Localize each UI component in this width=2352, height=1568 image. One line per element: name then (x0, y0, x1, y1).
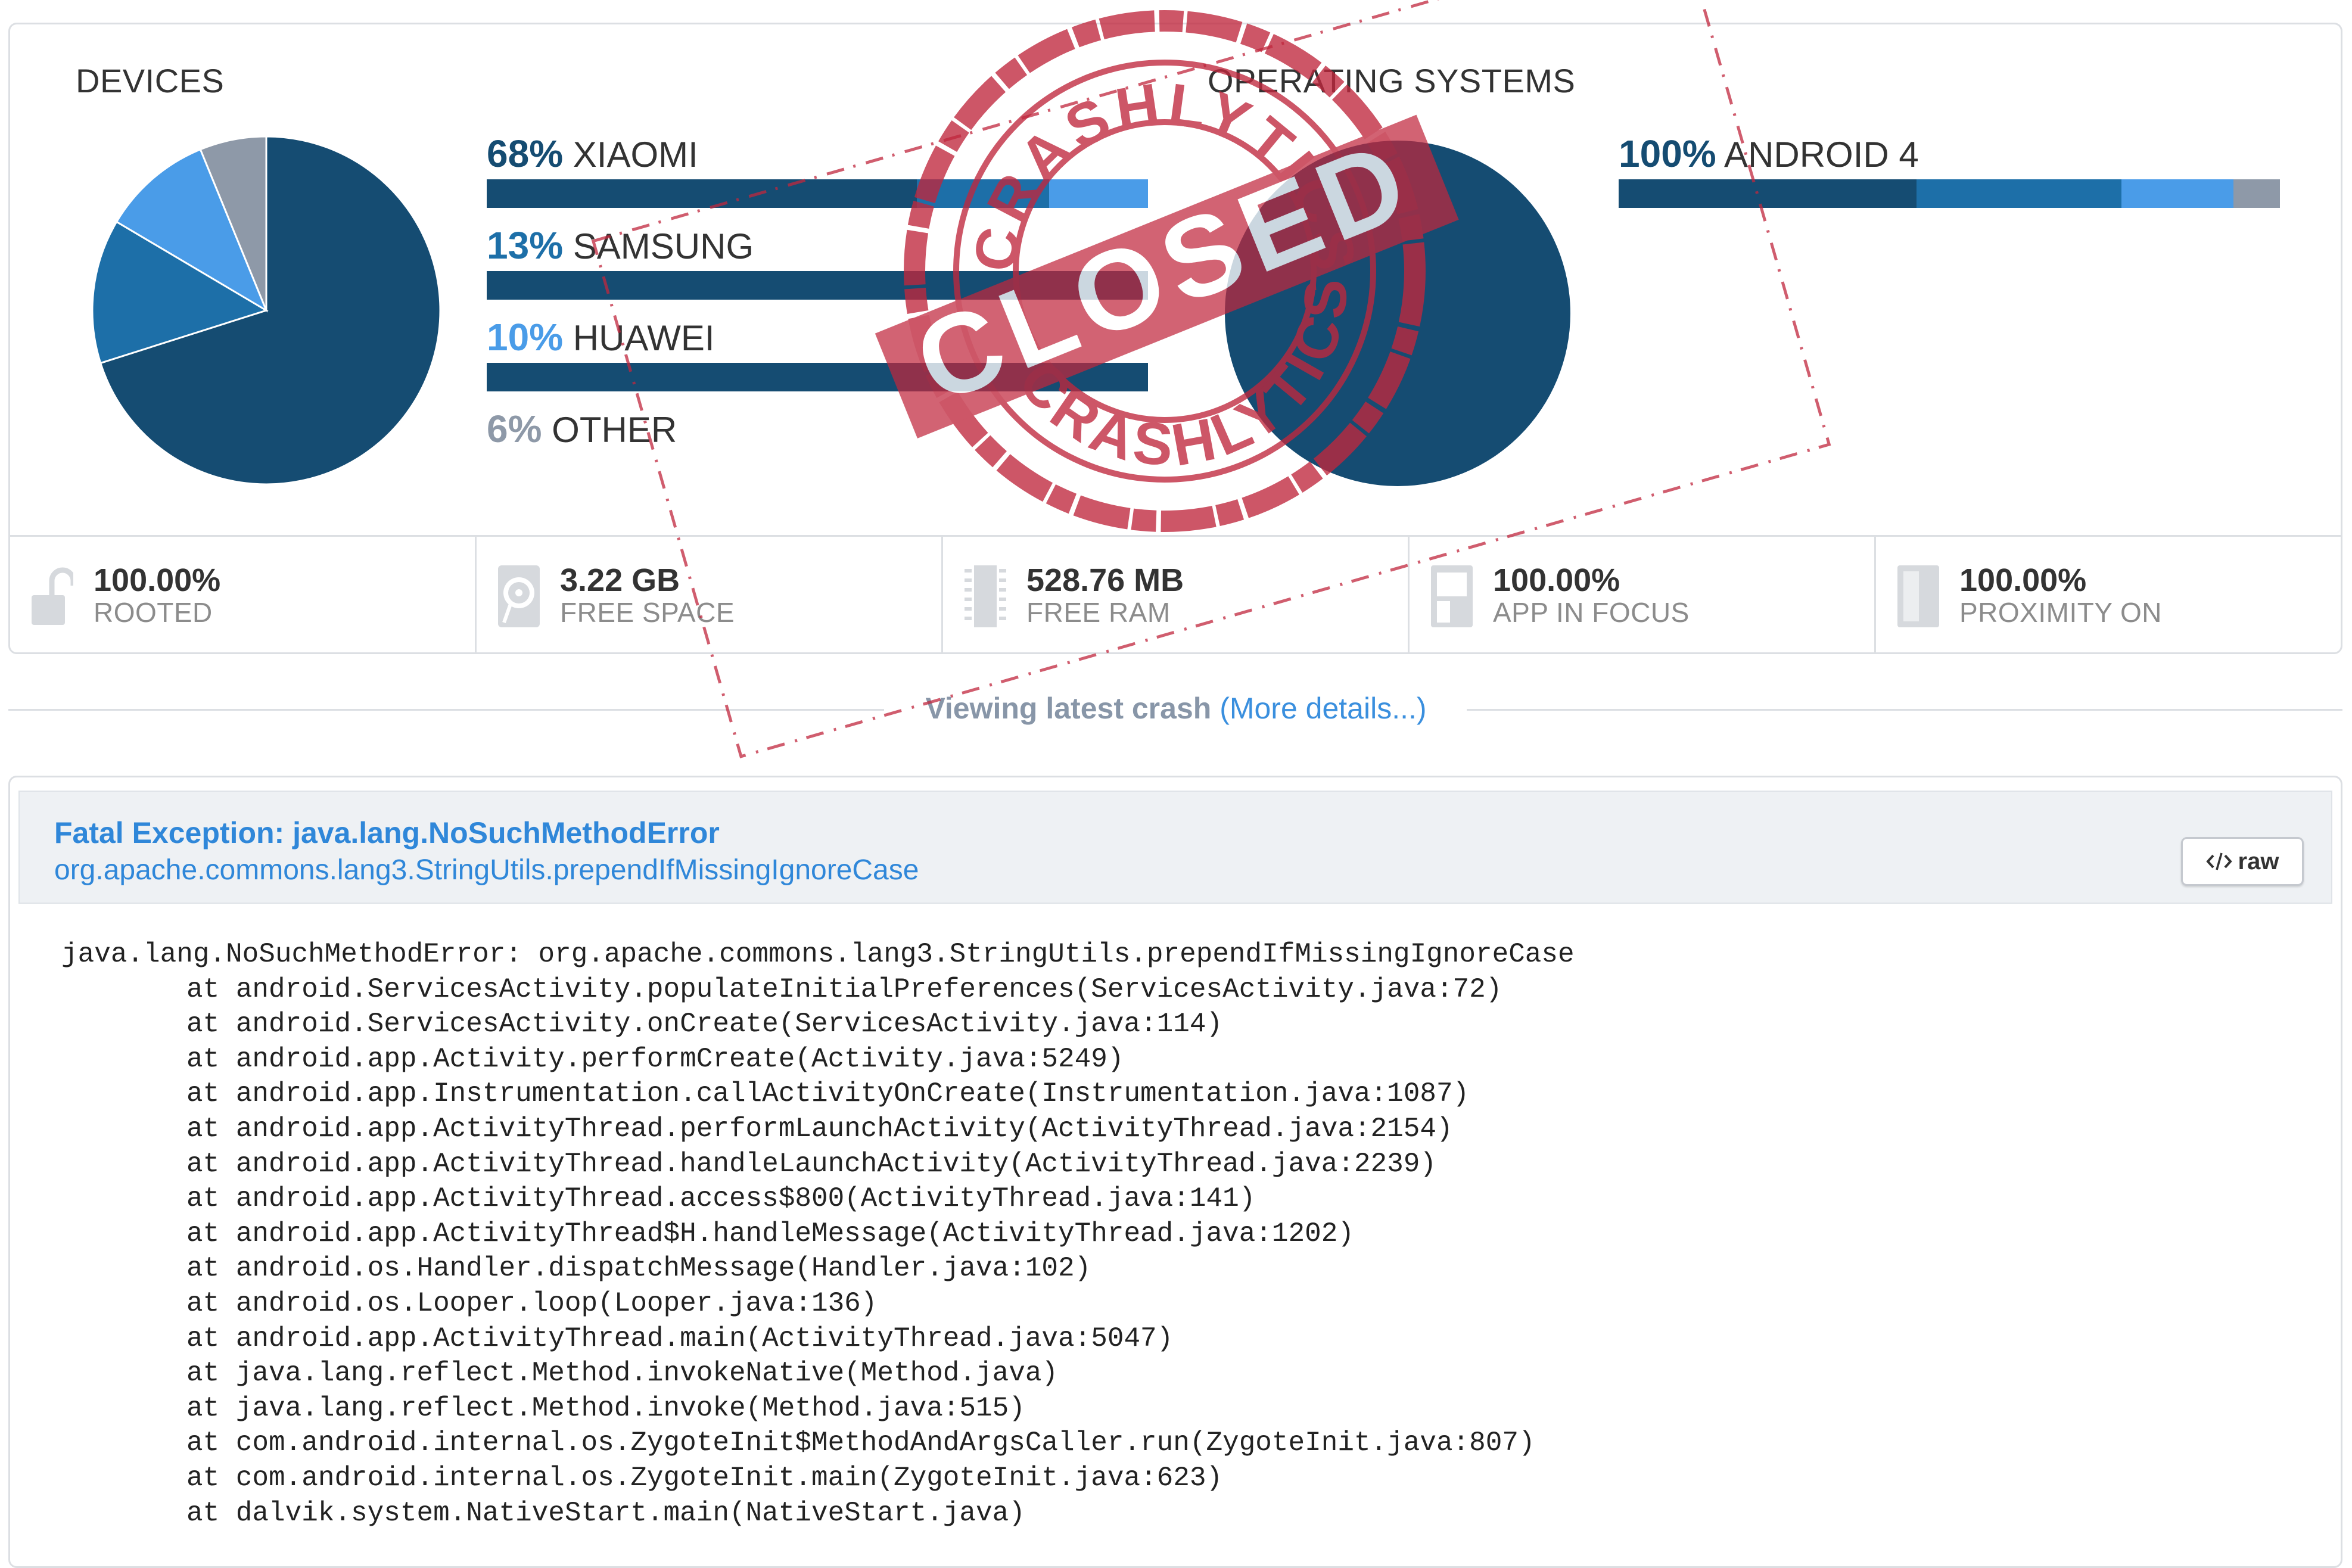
ram-icon (965, 565, 1006, 627)
stat-label: PROXIMITY ON (1959, 597, 2162, 628)
trace-line: at java.lang.reflect.Method.invoke(Metho… (186, 1392, 1025, 1424)
crash-header: Fatal Exception: java.lang.NoSuchMethodE… (18, 791, 2332, 904)
bar-segment (1049, 179, 1148, 208)
legend-name: SAMSUNG (573, 226, 754, 266)
stat-value: 528.76 MB (1026, 562, 1184, 598)
bar-segment (916, 179, 1049, 208)
legend-name: HUAWEI (573, 318, 715, 358)
stat-proximity-on: 100.00% PROXIMITY ON (1876, 537, 2341, 652)
legend-pct: 13% (487, 224, 564, 267)
stat-label: ROOTED (94, 597, 213, 628)
trace-line: at android.app.ActivityThread.performLau… (186, 1113, 1453, 1144)
trace-line: at android.os.Looper.loop(Looper.java:13… (186, 1287, 878, 1319)
bar-segment (2233, 179, 2280, 208)
legend-name: OTHER (552, 410, 677, 450)
bar-segment (487, 363, 1148, 391)
legend-name: XIAOMI (573, 135, 698, 175)
trace-line: at com.android.internal.os.ZygoteInit$Me… (186, 1427, 1535, 1459)
viewing-text: Viewing latest crash (925, 692, 1212, 725)
pie-slice (1225, 141, 1570, 486)
legend-bar (487, 271, 1148, 300)
trace-line: at android.app.Instrumentation.callActiv… (186, 1078, 1470, 1110)
exception-title: Fatal Exception: java.lang.NoSuchMethodE… (54, 816, 720, 850)
trace-line: at com.android.internal.os.ZygoteInit.ma… (186, 1462, 1223, 1494)
stat-label: FREE RAM (1026, 597, 1171, 628)
legend-item-android-4[interactable]: 100% ANDROID 4 (1619, 132, 2280, 208)
trace-line: at android.ServicesActivity.onCreate(Ser… (186, 1009, 1223, 1040)
device-stats-row: 100.00% ROOTED 3.22 GB FREE SPACE 528.76… (8, 535, 2342, 654)
os-pie-chart (1225, 141, 1570, 486)
trace-line: at java.lang.reflect.Method.invokeNative… (186, 1358, 1059, 1389)
bar-segment (487, 179, 917, 208)
stat-value: 100.00% (94, 562, 221, 598)
crash-panel: Fatal Exception: java.lang.NoSuchMethodE… (8, 776, 2342, 1568)
trace-line: at android.ServicesActivity.populateInit… (186, 973, 1502, 1005)
more-details-link[interactable]: (More details...) (1219, 692, 1426, 725)
bar-segment (487, 271, 1148, 300)
stat-rooted: 100.00% ROOTED (10, 537, 477, 652)
trace-line: at android.app.ActivityThread$H.handleMe… (186, 1218, 1354, 1249)
legend-item-xiaomi[interactable]: 68% XIAOMI (487, 132, 1160, 208)
stat-value: 3.22 GB (560, 562, 680, 598)
raw-button[interactable]: raw (2181, 837, 2304, 886)
stat-value: 100.00% (1959, 562, 2087, 598)
bar-segment (1619, 179, 1917, 208)
legend-pct: 10% (487, 316, 564, 359)
stats-panel: DEVICES 68% XIAOMI 13% SAMSUNG 10% HUAWE… (8, 23, 2342, 535)
exception-method: org.apache.commons.lang3.StringUtils.pre… (54, 854, 919, 886)
legend-bar (487, 179, 1148, 208)
legend-bar (487, 363, 1148, 391)
devices-title: DEVICES (76, 62, 225, 99)
trace-line: at android.app.ActivityThread.main(Activ… (186, 1323, 1174, 1354)
stat-value: 100.00% (1493, 562, 1620, 598)
legend-pct: 6% (487, 407, 542, 450)
trace-line: at android.os.Handler.dispatchMessage(Ha… (186, 1253, 1091, 1284)
trace-head-line: java.lang.NoSuchMethodError: org.apache.… (61, 939, 1575, 970)
disk-icon (498, 565, 540, 627)
legend-pct: 100% (1619, 132, 1716, 175)
stat-app-in-focus: 100.00% APP IN FOCUS (1410, 537, 1876, 652)
legend-pct: 68% (487, 132, 564, 175)
legend-item-huawei[interactable]: 10% HUAWEI (487, 315, 1160, 391)
trace-line: at android.app.ActivityThread.access$800… (186, 1183, 1256, 1215)
stat-free-space: 3.22 GB FREE SPACE (477, 537, 943, 652)
stat-label: APP IN FOCUS (1493, 597, 1690, 628)
bar-segment (1916, 179, 2121, 208)
unlock-icon (32, 567, 73, 625)
stat-free-ram: 528.76 MB FREE RAM (943, 537, 1410, 652)
trace-line: at android.app.ActivityThread.handleLaun… (186, 1148, 1436, 1180)
proximity-icon (1897, 565, 1939, 627)
legend-name: ANDROID 4 (1724, 135, 1919, 175)
devices-pie-chart (91, 135, 441, 486)
raw-label: raw (2238, 848, 2279, 875)
trace-line: at android.app.Activity.performCreate(Ac… (186, 1043, 1124, 1075)
os-title: OPERATING SYSTEMS (1208, 62, 1576, 99)
stat-label: FREE SPACE (560, 597, 735, 628)
code-icon (2205, 853, 2232, 870)
legend-item-other[interactable]: 6% OTHER (487, 407, 1160, 451)
trace-line: at dalvik.system.NativeStart.main(Native… (186, 1497, 1025, 1529)
legend-bar (1619, 179, 2280, 208)
bar-segment (2121, 179, 2234, 208)
stack-trace: java.lang.NoSuchMethodError: org.apache.… (61, 937, 1575, 1530)
legend-item-samsung[interactable]: 13% SAMSUNG (487, 223, 1160, 300)
viewing-latest-crash: Viewing latest crash (More details...) (0, 691, 2352, 726)
app-focus-icon (1431, 565, 1473, 627)
